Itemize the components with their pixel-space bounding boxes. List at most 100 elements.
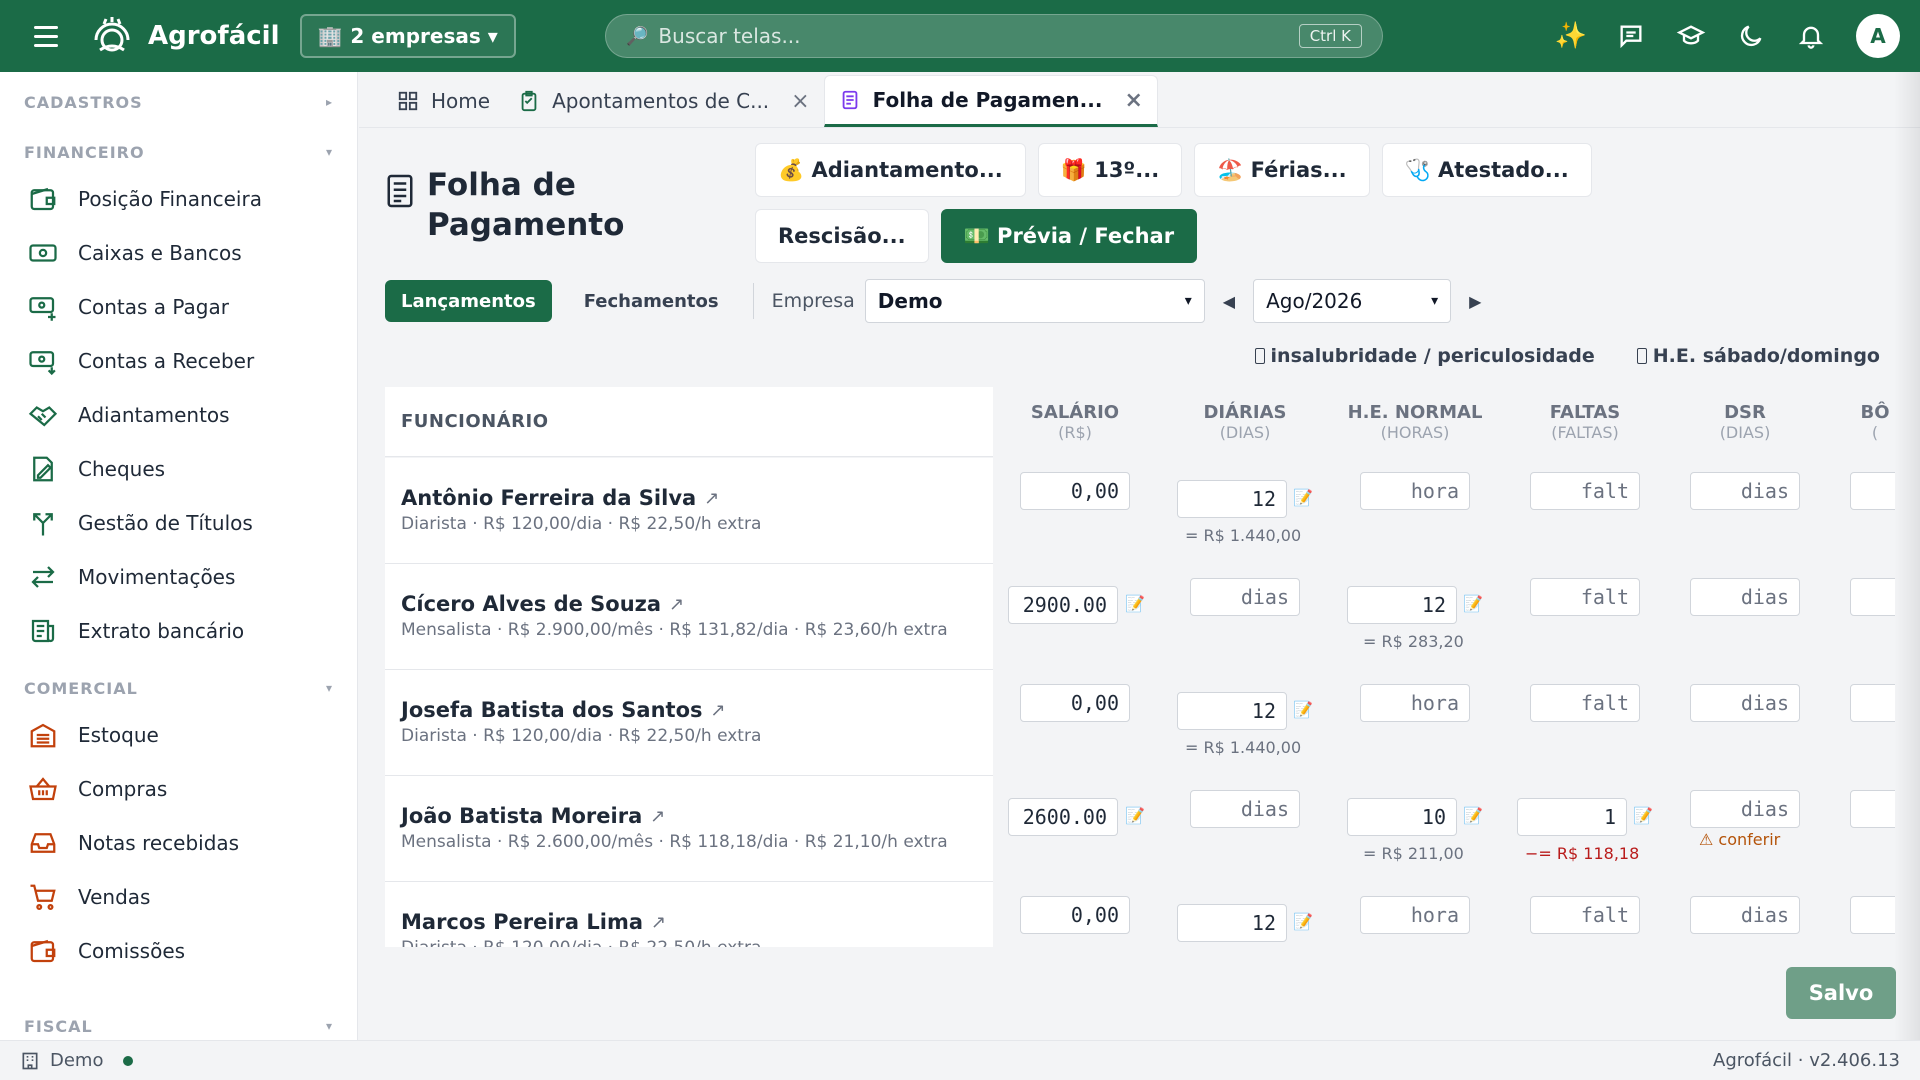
external-link-icon[interactable]: ↗ — [650, 806, 665, 827]
sidebar-item-adiantamentos[interactable]: Adiantamentos — [0, 388, 357, 442]
dsr-input[interactable]: dias — [1690, 472, 1800, 510]
he-input[interactable]: hora — [1360, 472, 1470, 510]
sidebar-item-cheques[interactable]: Cheques — [0, 442, 357, 496]
he-input[interactable]: hora — [1360, 896, 1470, 934]
diarias-input[interactable]: dias — [1190, 790, 1300, 828]
edit-icon[interactable]: 📝 — [1293, 912, 1313, 931]
adiantamento-button[interactable]: 💰 Adiantamento... — [755, 143, 1026, 197]
bonus-input[interactable] — [1850, 684, 1895, 722]
diarias-input[interactable]: 12 — [1177, 480, 1287, 518]
close-icon[interactable]: × — [791, 89, 809, 114]
edit-icon[interactable]: 📝 — [1463, 594, 1483, 613]
salario-input[interactable]: 0,00 — [1020, 472, 1130, 510]
bonus-input[interactable] — [1850, 790, 1895, 828]
sidebar-item-gestao-titulos[interactable]: Gestão de Títulos — [0, 496, 357, 550]
menu-icon[interactable] — [24, 14, 68, 58]
avatar[interactable]: A — [1856, 14, 1900, 58]
dsr-input[interactable]: dias — [1690, 684, 1800, 722]
graduation-cap-icon[interactable] — [1676, 21, 1706, 51]
moon-icon[interactable] — [1736, 21, 1766, 51]
dsr-input[interactable]: dias — [1690, 578, 1800, 616]
sidebar-section-comercial[interactable]: COMERCIAL ▾ — [0, 672, 357, 704]
sidebar-item-notas-recebidas[interactable]: Notas recebidas — [0, 816, 357, 870]
ferias-button[interactable]: 🏖️ Férias... — [1194, 143, 1370, 197]
external-link-icon[interactable]: ↗ — [669, 594, 684, 615]
next-period-button[interactable]: ▶ — [1469, 292, 1481, 311]
period-select[interactable]: Ago/2026 ▾ — [1253, 279, 1452, 323]
tab-home[interactable]: Home — [383, 75, 504, 127]
salario-input[interactable]: 2600.00 — [1008, 798, 1118, 836]
checkbox-box[interactable] — [1254, 348, 1265, 364]
edit-icon[interactable]: 📝 — [1125, 594, 1145, 613]
sidebar-item-contas-receber[interactable]: Contas a Receber — [0, 334, 357, 388]
faltas-input[interactable]: falt — [1530, 578, 1640, 616]
tab-apontamentos[interactable]: Apontamentos de C... × — [504, 75, 824, 127]
rescisao-button[interactable]: Rescisão... — [755, 209, 929, 263]
chat-icon[interactable] — [1616, 21, 1646, 51]
sidebar-item-movimentacoes[interactable]: Movimentações — [0, 550, 357, 604]
edit-icon[interactable]: 📝 — [1125, 806, 1145, 825]
dsr-input[interactable]: dias — [1690, 896, 1800, 934]
sidebar-item-compras[interactable]: Compras — [0, 762, 357, 816]
external-link-icon[interactable]: ↗ — [704, 488, 719, 509]
faltas-input[interactable]: 1 — [1517, 798, 1627, 836]
empresa-select[interactable]: Demo ▾ — [864, 279, 1205, 323]
bonus-input[interactable] — [1850, 896, 1895, 934]
faltas-input[interactable]: falt — [1530, 684, 1640, 722]
tab-folha-pagamento[interactable]: Folha de Pagamen... × — [823, 75, 1158, 127]
segment-fechamentos[interactable]: Fechamentos — [568, 280, 735, 322]
he-input[interactable]: 10 — [1347, 798, 1457, 836]
segment-lancamentos[interactable]: Lançamentos — [385, 280, 552, 322]
faltas-input[interactable]: falt — [1530, 896, 1640, 934]
sidebar-item-estoque[interactable]: Estoque — [0, 708, 357, 762]
edit-icon[interactable]: 📝 — [1463, 806, 1483, 825]
prev-period-button[interactable]: ◀ — [1223, 292, 1235, 311]
edit-icon[interactable]: 📝 — [1293, 488, 1313, 507]
decimo-terceiro-button[interactable]: 🎁 13º... — [1037, 143, 1183, 197]
app-logo[interactable]: Agrofácil — [90, 16, 280, 56]
insalubridade-checkbox[interactable]: insalubridade / periculosidade — [1254, 345, 1595, 367]
diarias-input[interactable]: 12 — [1177, 904, 1287, 942]
sidebar-item-caixas-bancos[interactable]: Caixas e Bancos — [0, 226, 357, 280]
bonus-input[interactable] — [1850, 578, 1895, 616]
search-input[interactable]: Buscar telas... — [658, 24, 1288, 48]
edit-icon[interactable]: 📝 — [1293, 700, 1313, 719]
sidebar-item-contas-pagar[interactable]: Contas a Pagar — [0, 280, 357, 334]
faltas-input[interactable]: falt — [1530, 472, 1640, 510]
bell-icon[interactable] — [1796, 21, 1826, 51]
company-selector[interactable]: 🏢 2 empresas ▾ — [299, 14, 516, 58]
previa-fechar-button[interactable]: 💵 Prévia / Fechar — [940, 209, 1198, 263]
salario-input[interactable]: 2900.00 — [1008, 586, 1118, 624]
employee-name[interactable]: Marcos Pereira Lima — [401, 910, 643, 934]
he-input[interactable]: hora — [1360, 684, 1470, 722]
dsr-input[interactable]: dias — [1690, 790, 1800, 828]
employee-name[interactable]: Josefa Batista dos Santos — [401, 698, 703, 722]
diarias-input[interactable]: dias — [1190, 578, 1300, 616]
he-fim-semana-checkbox[interactable]: H.E. sábado/domingo — [1636, 345, 1880, 367]
employee-name[interactable]: João Batista Moreira — [401, 804, 642, 828]
save-button[interactable]: Salvo — [1786, 967, 1896, 1019]
checkbox-box[interactable] — [1636, 348, 1647, 364]
bonus-input[interactable] — [1850, 472, 1895, 510]
salario-input[interactable]: 0,00 — [1020, 684, 1130, 722]
he-input[interactable]: 12 — [1347, 586, 1457, 624]
edit-icon[interactable]: 📝 — [1633, 806, 1653, 825]
sidebar-section-fiscal[interactable]: FISCAL ▾ — [0, 1010, 357, 1040]
sidebar-item-vendas[interactable]: Vendas — [0, 870, 357, 924]
diarias-input[interactable]: 12 — [1177, 692, 1287, 730]
external-link-icon[interactable]: ↗ — [651, 912, 666, 933]
external-link-icon[interactable]: ↗ — [711, 700, 726, 721]
sidebar-item-posicao-financeira[interactable]: Posição Financeira — [0, 172, 357, 226]
employee-name[interactable]: Cícero Alves de Souza — [401, 592, 661, 616]
search-box[interactable]: 🔎 Buscar telas... Ctrl K — [605, 14, 1383, 58]
sidebar-item-extrato-bancario[interactable]: Extrato bancário — [0, 604, 357, 658]
status-company[interactable]: Demo — [50, 1050, 103, 1071]
employee-name[interactable]: Antônio Ferreira da Silva — [401, 486, 696, 510]
sparkles-icon[interactable]: ✨ — [1555, 21, 1587, 51]
sidebar-item-comissoes[interactable]: Comissões — [0, 924, 357, 978]
sidebar-section-cadastros[interactable]: CADASTROS ▸ — [0, 86, 357, 118]
sidebar-section-financeiro[interactable]: FINANCEIRO ▾ — [0, 136, 357, 168]
salario-input[interactable]: 0,00 — [1020, 896, 1130, 934]
close-icon[interactable]: × — [1124, 88, 1142, 113]
atestado-button[interactable]: 🩺 Atestado... — [1381, 143, 1592, 197]
